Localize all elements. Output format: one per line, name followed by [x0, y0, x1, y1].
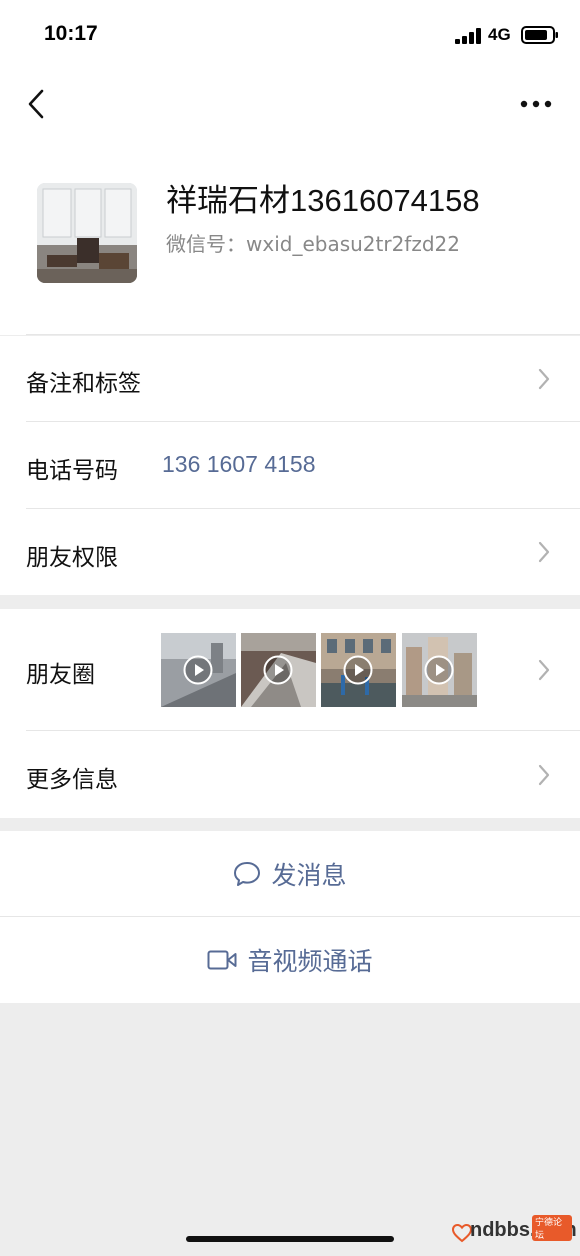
avatar-image: [37, 183, 137, 283]
status-bar: 10:17 4G: [0, 0, 580, 70]
contact-name: 祥瑞石材13616074158: [166, 183, 480, 218]
row-remarks-tags[interactable]: 备注和标签: [0, 336, 580, 422]
row-friend-permissions[interactable]: 朋友权限: [0, 509, 580, 595]
moments-thumbnail[interactable]: [321, 633, 396, 707]
more-dots-icon: [520, 100, 552, 108]
nav-bar: [0, 70, 580, 140]
moments-thumbnail[interactable]: [241, 633, 316, 707]
play-icon: [424, 655, 454, 685]
send-message-label: 发消息: [271, 861, 347, 890]
video-call-label: 音视频通话: [247, 947, 373, 976]
signal-icon: [455, 28, 481, 44]
home-indicator[interactable]: [186, 1236, 394, 1242]
back-button[interactable]: [18, 84, 54, 124]
row-label: 朋友圈: [26, 662, 95, 688]
row-moments[interactable]: 朋友圈: [0, 609, 580, 731]
phone-number-link[interactable]: 136 1607 4158: [162, 451, 316, 478]
chevron-right-icon: [538, 541, 550, 563]
profile-header: 祥瑞石材13616074158 微信号：wxid_ebasu2tr2fzd22: [0, 140, 580, 335]
chevron-right-icon: [538, 659, 550, 681]
chevron-right-icon: [538, 764, 550, 786]
network-type: 4G: [488, 25, 511, 44]
video-call-button[interactable]: 音视频通话: [0, 917, 580, 1003]
row-label: 电话号码: [26, 458, 118, 484]
more-button[interactable]: [516, 88, 556, 120]
battery-icon: [521, 26, 558, 44]
divider: [26, 334, 580, 335]
status-time: 10:17: [44, 22, 98, 45]
moments-thumbnail[interactable]: [161, 633, 236, 707]
chat-bubble-icon: [234, 862, 261, 886]
play-icon: [183, 655, 213, 685]
play-icon: [263, 655, 293, 685]
video-camera-icon: [207, 950, 237, 970]
watermark-tag: 宁德论坛: [532, 1215, 572, 1241]
row-label: 备注和标签: [26, 371, 141, 397]
row-more-info[interactable]: 更多信息: [0, 731, 580, 818]
row-phone: 电话号码 136 1607 4158: [0, 422, 580, 509]
moments-thumbnail[interactable]: [402, 633, 477, 707]
row-label: 更多信息: [26, 767, 118, 793]
row-label: 朋友权限: [26, 545, 118, 571]
heart-logo-icon: [452, 1223, 472, 1243]
send-message-button[interactable]: 发消息: [0, 831, 580, 917]
forum-watermark: ndbbs.com 宁德论坛: [452, 1215, 577, 1247]
avatar[interactable]: [37, 183, 137, 283]
play-icon: [343, 655, 373, 685]
chevron-left-icon: [28, 89, 44, 119]
wechat-id: 微信号：wxid_ebasu2tr2fzd22: [166, 232, 460, 256]
chevron-right-icon: [538, 368, 550, 390]
